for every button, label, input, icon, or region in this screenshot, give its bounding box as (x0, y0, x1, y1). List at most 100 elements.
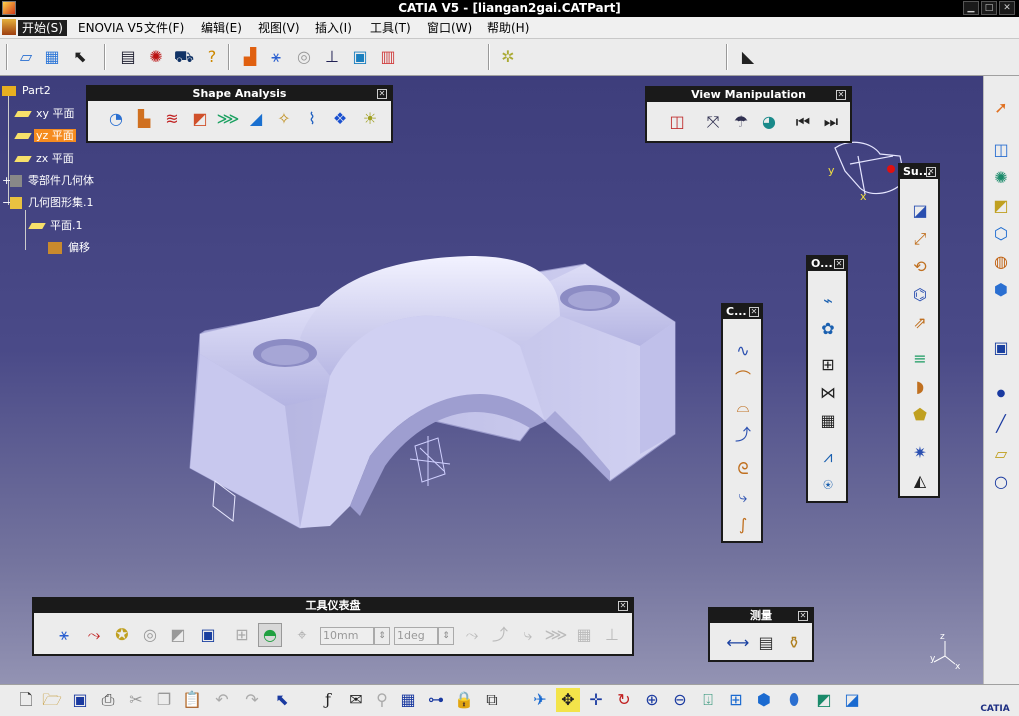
view-selection-icon[interactable]: ▣ (196, 623, 220, 647)
distance-analysis-icon[interactable]: ◢ (244, 107, 268, 131)
paste-icon[interactable]: 📋 (180, 688, 204, 712)
tree-node-offset[interactable]: 偏移 (38, 239, 92, 257)
light-icon[interactable]: ⚲ (370, 688, 394, 712)
normal-view-icon[interactable]: ⍗ (696, 688, 720, 712)
walk-icon[interactable]: ⤧ (701, 110, 725, 134)
3d-curve-icon[interactable]: ∿ (731, 339, 755, 363)
mesh-icon[interactable]: ▦ (572, 623, 596, 647)
point-icon[interactable]: ● (989, 382, 1013, 406)
film-icon[interactable]: ▤ (116, 45, 140, 69)
expand-icon[interactable]: + (2, 172, 11, 190)
turn-head-icon[interactable]: ☂ (729, 110, 753, 134)
cut-icon[interactable]: ✂ (124, 688, 148, 712)
grid-3d-icon[interactable]: ▥ (376, 45, 400, 69)
rotate-view-icon[interactable]: ↻ (612, 688, 636, 712)
shape-analysis-title[interactable]: Shape Analysis (88, 87, 391, 101)
axis-system-icon[interactable]: ⚹ (264, 45, 288, 69)
measure-close-button[interactable]: ✕ (798, 611, 808, 621)
menu-start[interactable]: 开始(S) (18, 20, 67, 36)
surface-icon[interactable]: ✺ (989, 166, 1013, 190)
attenuation-icon[interactable]: ⤳ (460, 623, 484, 647)
shape-fillet-icon[interactable]: ◭ (908, 469, 932, 493)
line-icon[interactable]: ╱ (989, 412, 1013, 436)
light-source-icon[interactable]: ☀ (358, 107, 382, 131)
close-window-button[interactable]: ✕ (999, 1, 1015, 15)
cutting-plane-icon[interactable]: ✧ (272, 107, 296, 131)
point-axis-icon[interactable]: ⊥ (320, 45, 344, 69)
lock-icon[interactable]: 🔒 (452, 688, 476, 712)
measure-title[interactable]: 测量 (710, 609, 812, 623)
tangency-icon[interactable]: ⤴ (488, 623, 512, 647)
menu-edit[interactable]: 编辑(E) (197, 20, 246, 36)
measure-inertia-icon[interactable]: ⚱ (782, 631, 806, 655)
zoom-in-icon[interactable]: ⊕ (640, 688, 664, 712)
symmetry-tool-icon[interactable]: ⬡ (989, 222, 1013, 246)
help-pointer-icon[interactable]: ⬉ (68, 45, 92, 69)
compass-mode-icon[interactable]: ◓ (258, 623, 282, 647)
convert-wizard-icon[interactable]: ▦ (816, 409, 840, 433)
catia-menu-logo-icon[interactable] (2, 19, 16, 35)
reflection-lines-icon[interactable]: ⌇ (300, 107, 324, 131)
catalog-icon[interactable]: ✲ (496, 45, 520, 69)
grid-icon[interactable]: ▦ (40, 45, 64, 69)
project-curve-icon[interactable]: ⤴ (731, 423, 755, 447)
grid-display-icon[interactable]: ⊞ (230, 623, 254, 647)
help-balloon-icon[interactable]: ? (200, 45, 224, 69)
menu-tools[interactable]: 工具(T) (366, 20, 415, 36)
dashboard-close-button[interactable]: ✕ (618, 601, 628, 611)
part-body-icon[interactable]: ▟ (238, 45, 262, 69)
cube-icon[interactable]: ▣ (348, 45, 372, 69)
on-off-analysis-icon[interactable]: ◩ (166, 623, 190, 647)
view-manipulation-title[interactable]: View Manipulation (647, 88, 850, 102)
new-file-icon[interactable]: 🗋 (14, 688, 38, 712)
untrim-icon[interactable]: ⋈ (816, 381, 840, 405)
car-icon[interactable]: ⛟ (172, 45, 196, 69)
select-arrow-icon[interactable]: ➚ (989, 96, 1013, 120)
3d-support-icon[interactable]: ◫ (989, 138, 1013, 162)
offset-surface-icon[interactable]: ⌬ (908, 283, 932, 307)
shading-icon[interactable]: ⬮ (782, 688, 806, 712)
extrude-surface-icon[interactable]: ⤢ (908, 227, 932, 251)
angle-step-spinner[interactable]: ⇕ (438, 627, 454, 645)
context-help-icon[interactable]: ⬉ (270, 688, 294, 712)
collapse-icon[interactable]: − (2, 194, 11, 212)
tree-node-part-body[interactable]: + 零部件几何体 (2, 172, 96, 190)
menu-window[interactable]: 窗口(W) (423, 20, 476, 36)
circle-icon[interactable]: ○ (989, 470, 1013, 494)
isometric-view-icon[interactable]: ⬢ (752, 688, 776, 712)
menu-help[interactable]: 帮助(H) (483, 20, 533, 36)
sketch-icon[interactable]: ▱ (14, 45, 38, 69)
translate-tool-icon[interactable]: ⬢ (989, 278, 1013, 302)
highlight-lines-icon[interactable]: ❖ (328, 107, 352, 131)
dashboard-title[interactable]: 工具仪表盘 (34, 599, 632, 613)
tree-node-plane-1[interactable]: 平面.1 (20, 217, 85, 235)
undo-icon[interactable]: ↶ (210, 688, 234, 712)
compass-widget[interactable] (834, 141, 906, 195)
rotate-tool-icon[interactable]: ◍ (989, 250, 1013, 274)
measure-item-icon[interactable]: ▤ (754, 631, 778, 655)
apply-material-icon[interactable]: ▣ (989, 336, 1013, 360)
styling-corner-icon[interactable]: ⤷ (731, 485, 755, 509)
offset-step-spinner[interactable]: ⇕ (374, 627, 390, 645)
fillet-icon[interactable]: ✿ (816, 317, 840, 341)
fit-all-icon[interactable]: ✥ (556, 688, 580, 712)
deformation-icon[interactable]: ⋙ (544, 623, 568, 647)
planar-patch-icon[interactable]: ◪ (908, 199, 932, 223)
formula-icon[interactable]: ƒ (316, 688, 340, 712)
net-surface-icon[interactable]: ⬟ (908, 403, 932, 427)
menu-enovia[interactable]: ENOVIA V5 (74, 20, 147, 36)
keep-original-icon[interactable]: ⤳ (82, 623, 106, 647)
tree-structure-icon[interactable]: ⊶ (424, 688, 448, 712)
pan-icon[interactable]: ✛ (584, 688, 608, 712)
curvature-comb-icon[interactable]: ≋ (160, 107, 184, 131)
curve-on-surface-icon[interactable]: ⌒ (731, 367, 755, 391)
blend-curve-icon[interactable]: ᘓ (731, 457, 755, 481)
surfaces-toolbar-close-button[interactable]: ✕ (926, 167, 936, 177)
symmetry-icon[interactable]: ⍟ (816, 473, 840, 497)
datum-icon[interactable]: ⚹ (52, 623, 76, 647)
revolve-surface-icon[interactable]: ⟲ (908, 255, 932, 279)
temporary-analysis-icon[interactable]: ◎ (138, 623, 162, 647)
comment-icon[interactable]: ✉ (344, 688, 368, 712)
measure-between-icon[interactable]: ⟷ (726, 631, 750, 655)
fly-mode-icon[interactable]: ◫ (665, 110, 689, 134)
